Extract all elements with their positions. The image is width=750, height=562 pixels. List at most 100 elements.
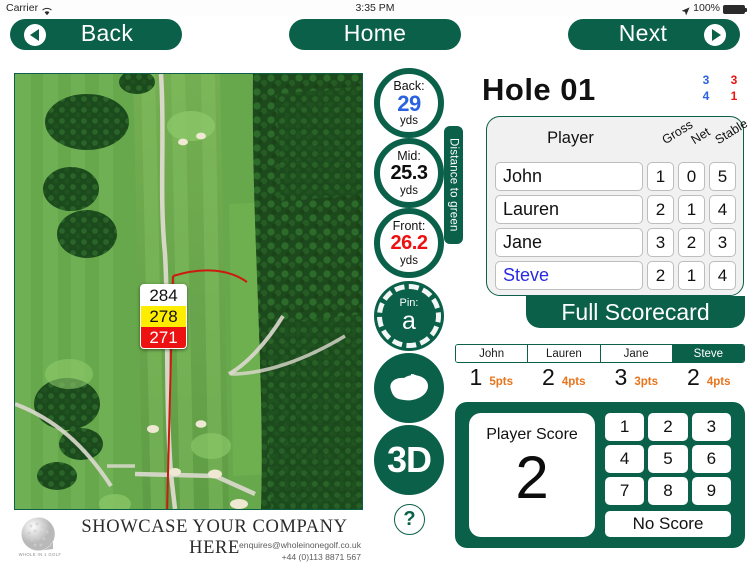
- distance-to-green-text: Distance to green: [447, 138, 460, 232]
- player-name-cell[interactable]: Lauren: [495, 195, 643, 224]
- page-title: Hole 01: [482, 72, 596, 107]
- net-cell[interactable]: 1: [678, 195, 705, 224]
- par-value-1: 3: [702, 73, 710, 87]
- green-flag-icon: [390, 374, 428, 401]
- stable-cell[interactable]: 5: [709, 162, 736, 191]
- player-score-value: 1: [469, 364, 483, 390]
- no-score-button[interactable]: No Score: [605, 511, 731, 537]
- player-score-number: 2: [515, 444, 549, 511]
- golf-gps-screen: Carrier 3:35 PM 100% Back Home Next 284 …: [0, 0, 750, 562]
- green-view-button[interactable]: [374, 353, 444, 423]
- home-button[interactable]: Home: [289, 19, 461, 50]
- status-bar-right: 100%: [681, 0, 747, 16]
- player-tab-bar: John Lauren Jane Steve: [455, 344, 745, 363]
- numeric-keypad: 1 2 3 4 5 6 7 8 9: [605, 413, 731, 505]
- key-3[interactable]: 3: [691, 413, 731, 441]
- player-tab-jane[interactable]: Jane: [600, 345, 673, 362]
- player-points-value: 4pts: [706, 376, 731, 388]
- three-d-view-button[interactable]: 3D: [374, 425, 444, 495]
- player-score-value: 3: [614, 364, 628, 390]
- table-row[interactable]: Jane 3 2 3: [495, 227, 737, 258]
- next-button[interactable]: Next: [568, 19, 740, 50]
- distance-mid-unit: yds: [400, 184, 418, 197]
- battery-full-icon: [723, 4, 747, 14]
- back-button-label: Back: [80, 20, 134, 46]
- hole-par-indicator: 3 3 4 1: [696, 72, 744, 104]
- column-header-player: Player: [547, 129, 594, 147]
- player-points-value: 3pts: [634, 376, 658, 388]
- distance-marker-back: 284: [141, 285, 186, 306]
- key-7[interactable]: 7: [605, 477, 645, 505]
- distance-front-circle[interactable]: Front: 26.2 yds: [374, 208, 444, 278]
- par-value-4: 1: [730, 89, 738, 103]
- scorecard-rows: John 1 0 5 Lauren 2 1 4 Jane 3 2 3 Steve…: [495, 161, 737, 293]
- column-header-gross: Gross: [659, 117, 696, 147]
- table-row[interactable]: Steve 2 1 4: [495, 260, 737, 291]
- player-score-group: 2 4pts: [673, 364, 746, 392]
- pin-value: a: [402, 306, 416, 335]
- stable-cell[interactable]: 4: [709, 195, 736, 224]
- key-8[interactable]: 8: [648, 477, 688, 505]
- banner-phone[interactable]: +44 (0)113 8871 567: [282, 552, 361, 562]
- table-row[interactable]: John 1 0 5: [495, 161, 737, 192]
- key-4[interactable]: 4: [605, 445, 645, 473]
- aerial-satellite-image: [15, 74, 362, 509]
- player-score-group: 3 3pts: [600, 364, 673, 392]
- player-score-label: Player Score: [486, 426, 578, 443]
- key-5[interactable]: 5: [648, 445, 688, 473]
- player-name-cell[interactable]: John: [495, 162, 643, 191]
- distance-marker-mid: 278: [141, 306, 186, 327]
- table-row[interactable]: Lauren 2 1 4: [495, 194, 737, 225]
- player-name-cell[interactable]: Steve: [495, 261, 643, 290]
- player-points-value: 4pts: [561, 376, 586, 388]
- player-tab-john[interactable]: John: [456, 345, 529, 362]
- distance-mid-value: 25.3: [390, 161, 428, 184]
- chevron-right-circle-icon: [704, 23, 726, 46]
- player-score-display: Player Score 2: [469, 413, 595, 537]
- player-name-cell[interactable]: Jane: [495, 228, 643, 257]
- help-button[interactable]: ?: [394, 504, 425, 535]
- net-cell[interactable]: 0: [678, 162, 705, 191]
- gross-cell[interactable]: 1: [647, 162, 674, 191]
- back-button[interactable]: Back: [10, 19, 182, 50]
- banner-email[interactable]: enquires@wholeinonegolf.co.uk: [239, 540, 361, 550]
- status-bar-time: 3:35 PM: [355, 2, 395, 14]
- top-navigation-bar: Back Home Next: [0, 16, 750, 54]
- golf-ball-logo: [21, 517, 55, 552]
- key-2[interactable]: 2: [648, 413, 688, 441]
- sponsor-banner[interactable]: WHOLE IN 1 GOLF SHOWCASE YOUR COMPANY HE…: [14, 511, 363, 562]
- stable-cell[interactable]: 3: [709, 228, 736, 257]
- distance-mid-circle[interactable]: Mid: 25.3 yds: [374, 138, 444, 208]
- par-value-3: 4: [702, 89, 710, 103]
- distance-front-caption: Front:: [392, 218, 426, 233]
- distance-back-circle[interactable]: Back: 29 yds: [374, 68, 444, 138]
- player-score-value: 2: [687, 364, 700, 390]
- help-label: ?: [403, 508, 416, 530]
- three-d-label: 3D: [386, 439, 432, 480]
- key-9[interactable]: 9: [691, 477, 731, 505]
- gross-cell[interactable]: 2: [647, 261, 674, 290]
- location-arrow-icon: [681, 5, 690, 15]
- player-score-value: 2: [542, 364, 555, 390]
- full-scorecard-button[interactable]: Full Scorecard: [526, 296, 745, 328]
- distance-back-unit: yds: [400, 114, 418, 127]
- distance-to-green-label: Distance to green: [444, 126, 463, 244]
- distance-front-unit: yds: [400, 254, 418, 267]
- par-value-2: 3: [730, 73, 738, 87]
- score-entry-panel: Player Score 2 1 2 3 4 5 6 7 8 9 No Scor…: [455, 402, 745, 548]
- column-header-stable: Stable: [712, 116, 750, 147]
- key-1[interactable]: 1: [605, 413, 645, 441]
- distance-back-value: 29: [397, 90, 421, 116]
- player-tab-lauren[interactable]: Lauren: [528, 345, 601, 362]
- net-cell[interactable]: 1: [678, 261, 705, 290]
- key-6[interactable]: 6: [691, 445, 731, 473]
- gross-cell[interactable]: 2: [647, 195, 674, 224]
- pin-position-button[interactable]: Pin: a: [374, 281, 444, 351]
- net-cell[interactable]: 2: [678, 228, 705, 257]
- status-bar: Carrier 3:35 PM 100%: [0, 0, 750, 16]
- player-tab-steve[interactable]: Steve: [672, 345, 744, 362]
- hole-map[interactable]: 284 278 271: [14, 73, 363, 510]
- stable-cell[interactable]: 4: [709, 261, 736, 290]
- distance-marker[interactable]: 284 278 271: [140, 284, 187, 349]
- gross-cell[interactable]: 3: [647, 228, 674, 257]
